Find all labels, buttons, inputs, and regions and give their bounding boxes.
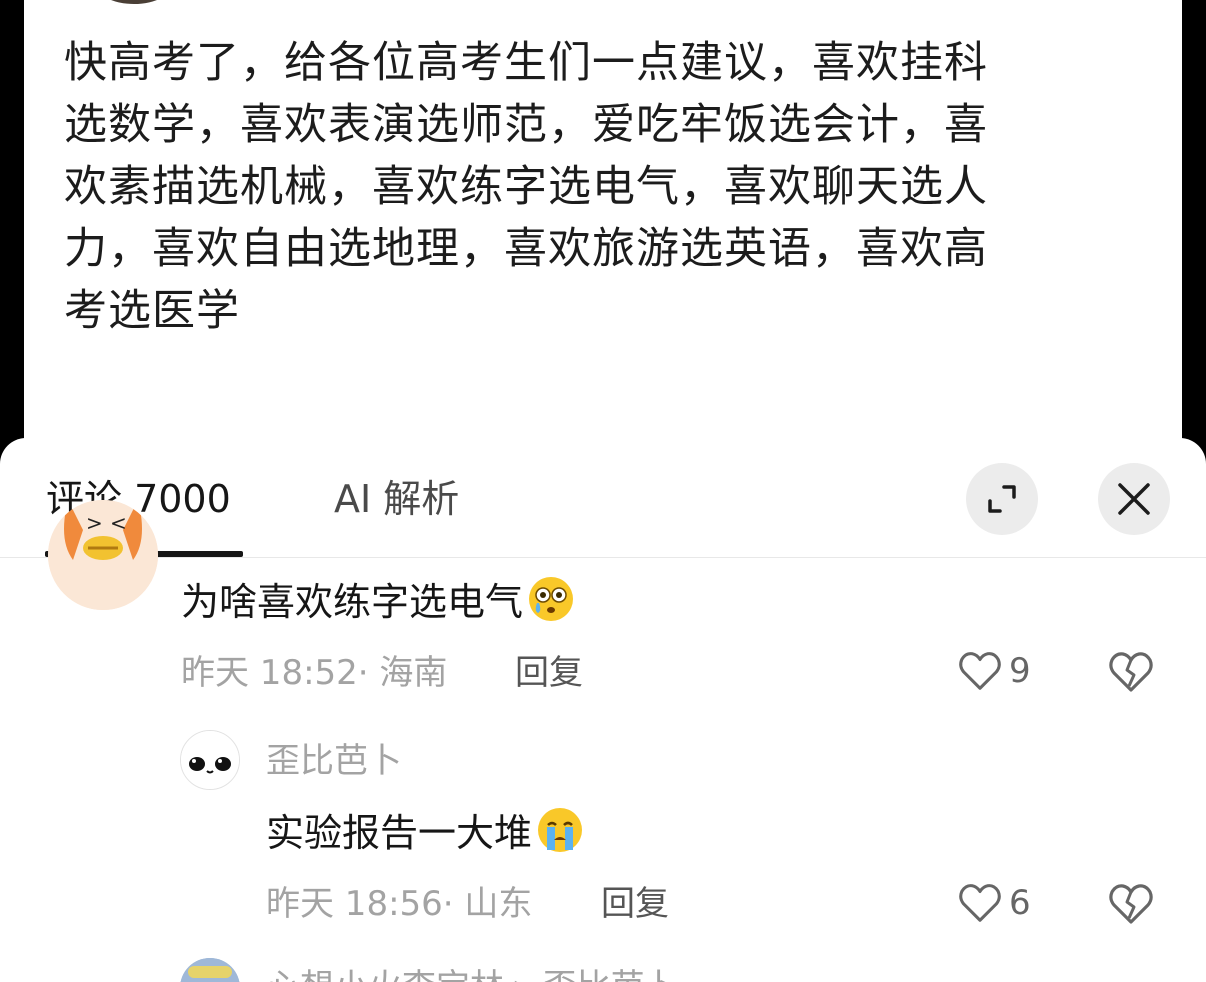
post-text: 快高考了，给各位高考生们一点建议，喜欢挂科选数学，喜欢表演选师范，爱吃牢饭选会计…	[64, 38, 988, 336]
like-count: 6	[1009, 883, 1031, 923]
svg-text:>: >	[86, 511, 103, 535]
like-button[interactable]: 6	[957, 880, 1031, 926]
broken-heart-icon	[1109, 652, 1153, 692]
avatar[interactable]	[180, 958, 240, 982]
heart-icon	[959, 652, 1001, 690]
astonished-tear-emoji-icon	[527, 575, 575, 634]
comment-meta: 昨天 18:56· 山东	[266, 884, 533, 924]
expand-button[interactable]	[966, 463, 1038, 535]
like-count: 9	[1009, 651, 1031, 691]
comment-text: 为啥喜欢练字选电气	[181, 575, 575, 634]
reply-button[interactable]: 回复	[515, 652, 583, 694]
close-button[interactable]	[1098, 463, 1170, 535]
comments-sheet: 评论 7000 AI 解析 > < 为啥喜欢练字选电气 昨天 18:52· 海南…	[0, 438, 1206, 982]
post-card: 快高考了，给各位高考生们一点建议，喜欢挂科选数学，喜欢表演选师范，爱吃牢饭选会计…	[24, 0, 1182, 470]
post-author-avatar[interactable]	[94, 0, 174, 4]
expand-icon	[988, 485, 1016, 513]
comment-username[interactable]: 歪比芭卜	[266, 740, 402, 782]
avatar[interactable]	[180, 730, 240, 790]
svg-text:<: <	[110, 511, 127, 535]
crying-emoji-icon	[536, 806, 584, 865]
comment-text: 实验报告一大堆	[266, 806, 584, 865]
avatar[interactable]: > <	[48, 500, 158, 610]
close-icon	[1118, 483, 1150, 515]
like-button[interactable]: 9	[957, 648, 1031, 694]
comment-meta: 昨天 18:52· 海南	[181, 653, 448, 693]
dislike-button[interactable]	[1107, 648, 1155, 700]
comment-username[interactable]: 心想小火李宝林 ▸ 歪比芭卜	[266, 966, 679, 982]
heart-icon	[959, 884, 1001, 922]
broken-heart-icon	[1109, 884, 1153, 924]
tab-ai-analysis[interactable]: AI 解析	[334, 476, 459, 522]
reply-button[interactable]: 回复	[601, 883, 669, 925]
dislike-button[interactable]	[1107, 880, 1155, 932]
sheet-divider	[0, 557, 1206, 558]
